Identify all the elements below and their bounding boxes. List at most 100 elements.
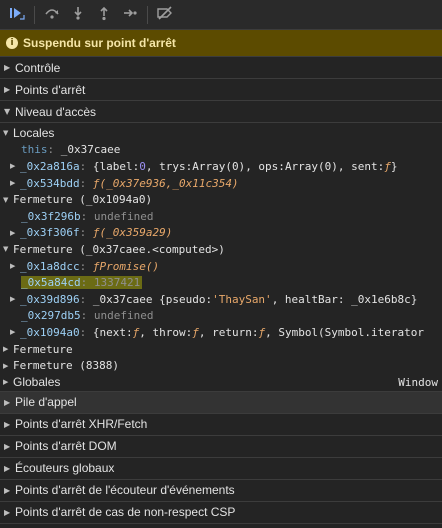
property-value-part: _0x37caee {pseudo: — [92, 292, 213, 306]
scope-label: Fermeture (8388) — [13, 359, 119, 373]
section-label: Points d'arrêt DOM — [15, 439, 117, 453]
property-value-part: {label: — [92, 159, 140, 173]
function-value: ƒ — [192, 325, 199, 339]
debugger-toolbar — [0, 0, 442, 30]
property-value-part: , sent: — [337, 159, 385, 173]
resume-icon — [8, 5, 26, 24]
expand-arrow-icon: ▶ — [10, 328, 16, 337]
property-value-part: {next: — [92, 325, 133, 339]
section-label: Pile d'appel — [15, 395, 77, 409]
property-key: this — [21, 143, 48, 157]
property-key: _0x3f306f — [20, 226, 80, 240]
expand-arrow-icon: ▶ — [4, 419, 11, 429]
function-signature: Promise() — [99, 259, 160, 273]
section-event-listener-breakpoints[interactable]: ▶ Points d'arrêt de l'écouteur d'événeme… — [0, 480, 442, 502]
property-key: _0x534bdd — [20, 176, 80, 190]
section-label: Points d'arrêt XHR/Fetch — [15, 417, 148, 431]
expand-arrow-icon: ▶ — [4, 507, 11, 517]
expand-arrow-icon: ▶ — [4, 485, 11, 495]
function-signature: (_0x37e936,_0x11c354) — [99, 176, 239, 190]
section-scope[interactable]: ▼ Niveau d'accès — [0, 101, 442, 123]
property-key: _0x1094a0 — [20, 325, 80, 339]
function-value: ƒ — [92, 226, 100, 240]
expand-arrow-icon: ▶ — [4, 441, 11, 451]
scope-closure[interactable]: ▼ Fermeture (_0x37caee.<computed>) — [0, 241, 442, 258]
property-key: _0x39d896 — [20, 292, 80, 306]
scope-globals[interactable]: ▶ Globales Window — [0, 374, 442, 391]
property-value: _0x37caee — [60, 143, 121, 157]
expand-arrow-icon: ▶ — [3, 378, 9, 387]
collapse-arrow-icon: ▼ — [3, 245, 9, 254]
toolbar-divider — [147, 5, 148, 24]
section-breakpoints[interactable]: ▶ Points d'arrêt — [0, 79, 442, 101]
expand-arrow-icon: ▶ — [3, 361, 9, 370]
tree-row[interactable]: _0x297db5: undefined — [0, 308, 442, 325]
function-value: ƒ — [384, 159, 391, 173]
tree-row[interactable]: ▶ _0x2a816a: {label: 0, trys: Array(0), … — [0, 158, 442, 175]
section-label: Points d'arrêt de l'écouteur d'événement… — [15, 483, 235, 497]
resume-button[interactable] — [4, 3, 30, 27]
step-over-button[interactable] — [39, 3, 65, 27]
property-key: _0x297db5 — [21, 309, 81, 323]
property-value: undefined — [93, 309, 154, 323]
scope-label: Fermeture (_0x1094a0) — [13, 193, 153, 207]
expand-arrow-icon: ▶ — [10, 162, 16, 171]
function-signature: (_0x359a29) — [99, 226, 173, 240]
section-csp-breakpoints[interactable]: ▶ Points d'arrêt de cas de non-respect C… — [0, 502, 442, 524]
property-value-part: , return: — [198, 325, 259, 339]
property-key: _0x5a84cd — [21, 276, 81, 290]
tree-row[interactable]: ▶ _0x1094a0: {next: ƒ, throw: ƒ, return:… — [0, 324, 442, 341]
property-value: undefined — [93, 209, 154, 223]
section-label: Écouteurs globaux — [15, 461, 115, 475]
scope-label: Fermeture (_0x37caee.<computed>) — [13, 242, 225, 256]
string-value: 'ThaySan' — [212, 292, 272, 306]
step-button[interactable] — [117, 3, 143, 27]
tree-row[interactable]: ▶ _0x3f306f: ƒ (_0x359a29) — [0, 225, 442, 242]
scope-label: Fermeture — [13, 342, 73, 356]
property-value: 1337421 — [93, 276, 141, 290]
tree-row[interactable]: ▶ _0x1a8dcc: ƒ Promise() — [0, 258, 442, 275]
property-value-part: Array(0) — [192, 159, 246, 173]
scope-value: Window — [398, 375, 438, 389]
collapse-arrow-icon: ▼ — [3, 129, 9, 138]
property-value-part: } — [390, 159, 398, 173]
tree-row-highlighted[interactable]: _0x5a84cd: 1337421 — [0, 274, 442, 291]
property-value-part: , healtBar: _0x1e6b8c} — [271, 292, 418, 306]
scope-closure-collapsed[interactable]: ▶ Fermeture (8388) — [0, 357, 442, 374]
scope-closure-collapsed[interactable]: ▶ Fermeture — [0, 341, 442, 358]
deactivate-breakpoints-button[interactable] — [152, 3, 178, 27]
section-label: Contrôle — [15, 60, 61, 75]
property-value-part: , Symbol(Symbol.iterator — [265, 325, 425, 339]
tree-row[interactable]: ▶ _0x534bdd: ƒ (_0x37e936,_0x11c354) — [0, 175, 442, 192]
property-value-part: Array(0) — [284, 159, 338, 173]
section-global-listeners[interactable]: ▶ Écouteurs globaux — [0, 458, 442, 480]
section-xhr-breakpoints[interactable]: ▶ Points d'arrêt XHR/Fetch — [0, 414, 442, 436]
section-label: Points d'arrêt — [15, 82, 86, 97]
property-key: _0x1a8dcc — [20, 259, 80, 273]
tree-row-this[interactable]: this: _0x37caee — [0, 142, 442, 159]
property-value-part: , ops: — [245, 159, 285, 173]
scope-locales[interactable]: ▼ Locales — [0, 125, 442, 142]
section-call-stack[interactable]: ▶ Pile d'appel — [0, 391, 442, 414]
scope-tree: ▼ Locales this: _0x37caee ▶ _0x2a816a: {… — [0, 123, 442, 392]
step-icon — [122, 5, 138, 24]
expand-arrow-icon: ▶ — [10, 228, 16, 237]
expand-arrow-icon: ▶ — [10, 295, 16, 304]
step-out-button[interactable] — [91, 3, 117, 27]
property-value-part: , trys: — [145, 159, 193, 173]
expand-arrow-icon: ▶ — [4, 463, 11, 473]
tree-row[interactable]: _0x3f296b: undefined — [0, 208, 442, 225]
section-dom-breakpoints[interactable]: ▶ Points d'arrêt DOM — [0, 436, 442, 458]
function-value: ƒ — [132, 325, 140, 339]
deactivate-breakpoints-icon — [156, 5, 174, 24]
expand-arrow-icon: ▶ — [10, 262, 16, 271]
property-key: _0x3f296b — [21, 209, 81, 223]
tree-row[interactable]: ▶ _0x39d896: _0x37caee {pseudo: 'ThaySan… — [0, 291, 442, 308]
step-over-icon — [43, 5, 61, 24]
section-control[interactable]: ▶ Contrôle — [0, 57, 442, 79]
step-into-button[interactable] — [65, 3, 91, 27]
property-key: _0x2a816a — [20, 159, 80, 173]
expand-arrow-icon: ▶ — [4, 85, 11, 94]
expand-arrow-icon: ▶ — [10, 179, 16, 188]
scope-closure[interactable]: ▼ Fermeture (_0x1094a0) — [0, 191, 442, 208]
